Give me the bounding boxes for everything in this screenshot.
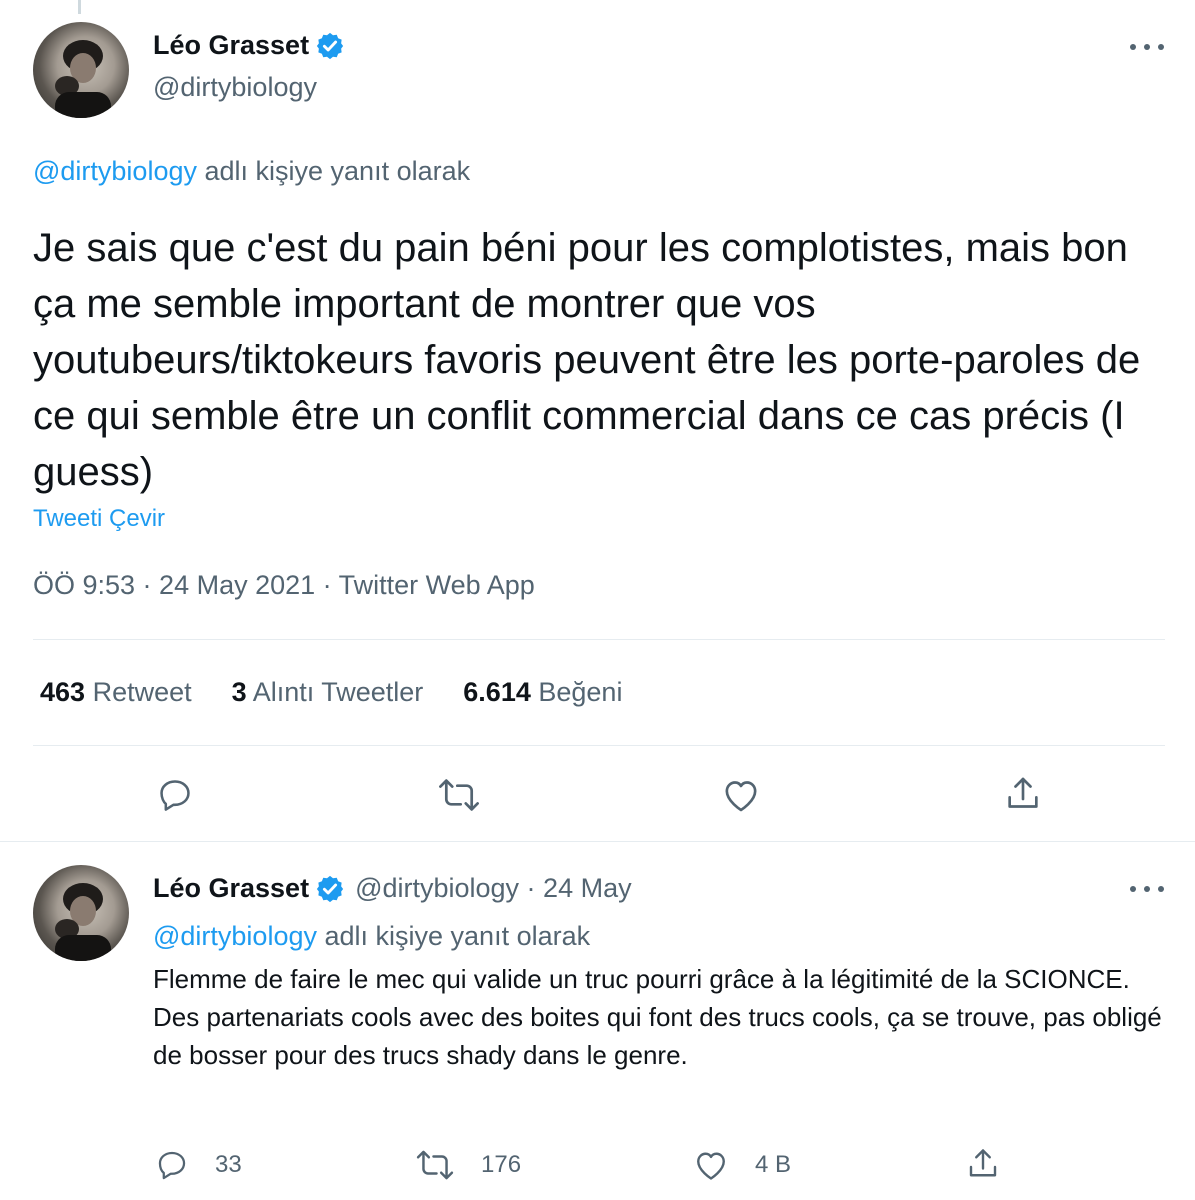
reply-tweet-text: Flemme de faire le mec qui valide un tru… <box>153 960 1163 1074</box>
retweet-icon <box>439 779 479 811</box>
reply-text-line-2: Des partenariats cools avec des boites q… <box>153 1002 1162 1070</box>
reply-retweet-button[interactable]: 176 <box>415 1148 521 1182</box>
share-icon <box>1008 777 1038 808</box>
like-count: 4 B <box>755 1151 792 1178</box>
tweet-text: Je sais que c'est du pain béni pour les … <box>33 226 1141 494</box>
translate-tweet-link[interactable]: Tweeti Çevir <box>33 505 165 533</box>
reply-count: 33 <box>215 1151 242 1178</box>
verified-badge-icon <box>316 32 344 59</box>
like-stat[interactable]: 6.614 Beğeni <box>463 677 622 708</box>
share-icon <box>969 1149 997 1177</box>
divider <box>33 639 1165 640</box>
avatar-photo <box>55 40 111 118</box>
reply-author-name-text[interactable]: Léo Grasset <box>153 873 309 904</box>
retweet-icon <box>416 1150 454 1180</box>
tweet-stats: 463 Retweet 3 Alıntı Tweetler 6.614 Beğe… <box>40 677 622 708</box>
reply-replying-to: @dirtybiology adlı kişiye yanıt olarak <box>153 921 590 952</box>
reply-to-handle-link[interactable]: @dirtybiology <box>153 921 317 951</box>
like-label: Beğeni <box>538 677 623 707</box>
avatar[interactable] <box>33 22 129 118</box>
reply-reply-button[interactable]: 33 <box>155 1148 242 1182</box>
tweet-timestamp[interactable]: ÖÖ 9:53 · 24 May 2021 · Twitter Web App <box>33 570 535 601</box>
reply-more-options-icon[interactable] <box>1130 879 1164 899</box>
retweet-button[interactable] <box>437 776 481 814</box>
retweet-count: 463 <box>40 677 86 707</box>
like-count: 6.614 <box>463 677 531 707</box>
retweet-label: Retweet <box>92 677 192 707</box>
reply-to-suffix: adlı kişiye yanıt olarak <box>196 156 471 186</box>
reply-icon <box>160 780 190 811</box>
reply-handle-date[interactable]: @dirtybiology · 24 May <box>355 873 632 904</box>
reply-avatar[interactable] <box>33 865 129 961</box>
retweet-stat[interactable]: 463 Retweet <box>40 677 192 708</box>
author-name-text[interactable]: Léo Grasset <box>153 30 309 61</box>
author-handle[interactable]: @dirtybiology <box>153 72 317 103</box>
reply-author-name[interactable]: Léo Grasset @dirtybiology · 24 May <box>153 873 632 904</box>
divider <box>0 841 1195 842</box>
reply-to-suffix: adlı kişiye yanıt olarak <box>316 921 591 951</box>
like-button[interactable] <box>721 776 761 814</box>
reply-share-button[interactable] <box>965 1146 1001 1182</box>
quote-count: 3 <box>231 677 247 707</box>
quote-label: Alıntı Tweetler <box>252 677 424 707</box>
quote-stat[interactable]: 3 Alıntı Tweetler <box>232 677 424 708</box>
verified-badge-icon <box>316 875 344 902</box>
thread-connector-line <box>78 0 81 14</box>
heart-icon <box>725 781 757 812</box>
more-options-icon[interactable] <box>1130 37 1164 57</box>
avatar-photo <box>55 883 111 961</box>
replying-to: @dirtybiology adlı kişiye yanıt olarak <box>33 156 470 187</box>
reply-like-button[interactable]: 4 B <box>693 1148 791 1182</box>
retweet-count: 176 <box>481 1151 522 1178</box>
heart-icon <box>697 1152 725 1180</box>
reply-to-handle-link[interactable]: @dirtybiology <box>33 156 197 186</box>
reply-icon <box>158 1151 186 1180</box>
share-button[interactable] <box>1003 774 1043 814</box>
reply-button[interactable] <box>156 776 194 814</box>
divider <box>33 745 1165 746</box>
reply-text-line-1: Flemme de faire le mec qui valide un tru… <box>153 964 1130 994</box>
author-name[interactable]: Léo Grasset <box>153 30 345 61</box>
